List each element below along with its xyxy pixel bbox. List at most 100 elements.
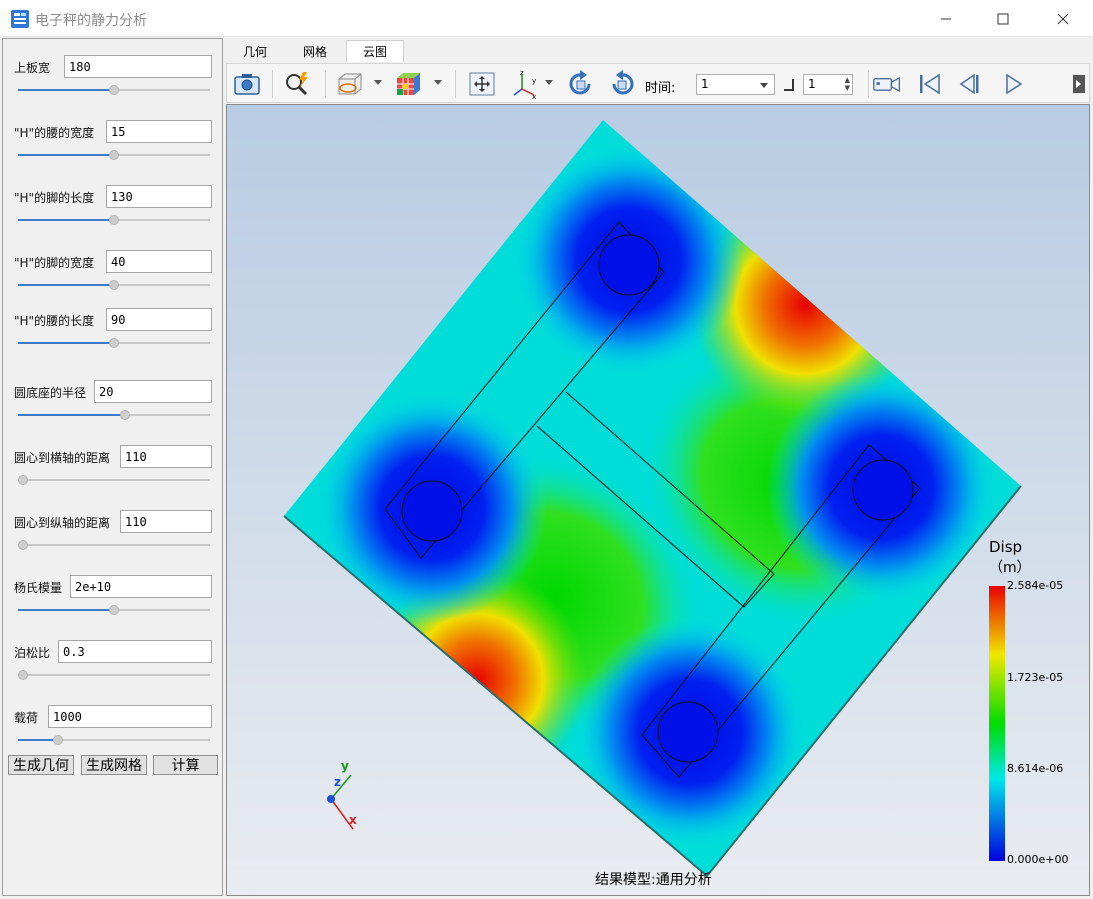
first-frame-icon[interactable] <box>915 69 945 99</box>
slider-handle[interactable] <box>109 150 119 160</box>
param-label: 上板宽 <box>14 61 51 75</box>
slider-handle[interactable] <box>109 280 119 290</box>
viewer-toolbar: z y x 时间: 1 1 ▲ ▼ <box>226 63 1090 103</box>
play-icon[interactable] <box>998 69 1028 99</box>
chevron-down-icon <box>760 83 768 88</box>
param-label: 圆心到纵轴的距离 <box>14 516 111 530</box>
prev-frame-icon[interactable] <box>956 69 986 99</box>
slider-handle[interactable] <box>53 735 63 745</box>
result-viewport[interactable]: Disp （m） 2.584e-05 1.723e-05 8.614e-06 0… <box>226 104 1090 896</box>
slider-handle[interactable] <box>109 338 119 348</box>
slider-handle[interactable] <box>18 475 28 485</box>
step-spinbox[interactable]: 1 ▲ ▼ <box>803 74 853 95</box>
minimize-button[interactable] <box>923 0 969 37</box>
zoom-icon[interactable] <box>282 69 312 99</box>
legend-max: 2.584e-05 <box>1007 579 1064 592</box>
slider-handle[interactable] <box>109 85 119 95</box>
generate-geometry-button[interactable]: 生成几何 <box>8 755 74 775</box>
close-icon <box>1057 13 1069 24</box>
param-input[interactable]: 1000 <box>48 705 212 728</box>
slider-fill <box>18 739 54 741</box>
param-input[interactable]: 40 <box>106 250 212 273</box>
param-label: 载荷 <box>14 711 39 725</box>
slider-track <box>18 479 210 481</box>
param-label: 泊松比 <box>14 646 51 660</box>
slider-fill <box>18 154 114 156</box>
param-slider[interactable] <box>18 604 210 616</box>
param-input[interactable]: 130 <box>106 185 212 208</box>
axis-label-y: y <box>341 759 349 773</box>
param-slider[interactable] <box>18 669 210 681</box>
param-slider[interactable] <box>18 214 210 226</box>
legend-title: Disp <box>989 538 1023 556</box>
param-slider[interactable] <box>18 409 210 421</box>
window-title: 电子秤的静力分析 <box>35 13 147 29</box>
contour-plot <box>227 105 1089 895</box>
slider-handle[interactable] <box>109 605 119 615</box>
tab-contour[interactable]: 云图 <box>346 40 404 62</box>
axes-icon[interactable]: z y x <box>510 69 540 99</box>
slider-fill <box>18 89 114 91</box>
legend-unit: （m） <box>989 560 1031 576</box>
param-slider[interactable] <box>18 84 210 96</box>
video-icon[interactable] <box>872 69 902 99</box>
generate-mesh-button[interactable]: 生成网格 <box>81 755 147 775</box>
slider-handle[interactable] <box>18 670 28 680</box>
param-slider[interactable] <box>18 734 210 746</box>
param-input[interactable]: 15 <box>106 120 212 143</box>
param-input[interactable]: 0.3 <box>58 640 212 663</box>
maximize-icon <box>997 13 1009 24</box>
param-label: 圆底座的半径 <box>14 386 87 400</box>
legend-min: 0.000e+00 <box>1007 853 1069 866</box>
param-slider[interactable] <box>18 149 210 161</box>
param-slider[interactable] <box>18 474 210 486</box>
slider-handle[interactable] <box>109 215 119 225</box>
rotate-cw-icon[interactable] <box>566 69 596 99</box>
param-input[interactable]: 110 <box>120 445 212 468</box>
svg-text:y: y <box>532 77 536 85</box>
minimize-icon <box>941 18 951 19</box>
slider-track <box>18 674 210 676</box>
fit-view-icon[interactable] <box>467 69 497 99</box>
title-bar: 电子秤的静力分析 <box>0 0 1093 37</box>
param-input[interactable]: 2e+10 <box>70 575 212 598</box>
app-icon <box>11 10 29 28</box>
param-label: 杨氏模量 <box>14 581 63 595</box>
time-select[interactable]: 1 <box>696 74 775 95</box>
svg-text:x: x <box>532 93 536 99</box>
axis-label-z: z <box>334 775 341 789</box>
tab-mesh[interactable]: 网格 <box>288 40 342 62</box>
param-input[interactable]: 90 <box>106 308 212 331</box>
svg-text:z: z <box>520 69 524 77</box>
spin-arrows-icon[interactable]: ▲ ▼ <box>845 76 850 92</box>
maximize-button[interactable] <box>980 0 1026 37</box>
legend-color-bar <box>989 586 1005 861</box>
param-label: "H"的脚的长度 <box>14 191 95 205</box>
close-button[interactable] <box>1040 0 1086 37</box>
slider-fill <box>18 414 126 416</box>
slider-handle[interactable] <box>120 410 130 420</box>
param-input[interactable]: 110 <box>120 510 212 533</box>
time-value: 1 <box>701 77 709 91</box>
param-label: 圆心到横轴的距离 <box>14 451 111 465</box>
param-label: "H"的腰的长度 <box>14 314 95 328</box>
slider-fill <box>18 342 114 344</box>
rotate-ccw-icon[interactable] <box>607 69 637 99</box>
param-label: "H"的腰的宽度 <box>14 126 95 140</box>
legend-mid-low: 8.614e-06 <box>1007 762 1064 775</box>
compute-button[interactable]: 计算 <box>153 755 218 775</box>
tab-geometry[interactable]: 几何 <box>228 40 282 62</box>
model-caption: 结果模型:通用分析 <box>595 872 712 888</box>
param-slider[interactable] <box>18 279 210 291</box>
param-input[interactable]: 20 <box>94 380 212 403</box>
param-label: "H"的脚的宽度 <box>14 256 95 270</box>
legend-mid-high: 1.723e-05 <box>1007 671 1064 684</box>
color-cube-icon[interactable] <box>394 69 424 99</box>
toolbar-overflow-icon[interactable] <box>1073 75 1085 93</box>
slider-handle[interactable] <box>18 540 28 550</box>
param-input[interactable]: 180 <box>64 55 212 78</box>
param-slider[interactable] <box>18 337 210 349</box>
param-slider[interactable] <box>18 539 210 551</box>
view-box-icon[interactable] <box>335 69 365 99</box>
camera-icon[interactable] <box>232 69 262 99</box>
